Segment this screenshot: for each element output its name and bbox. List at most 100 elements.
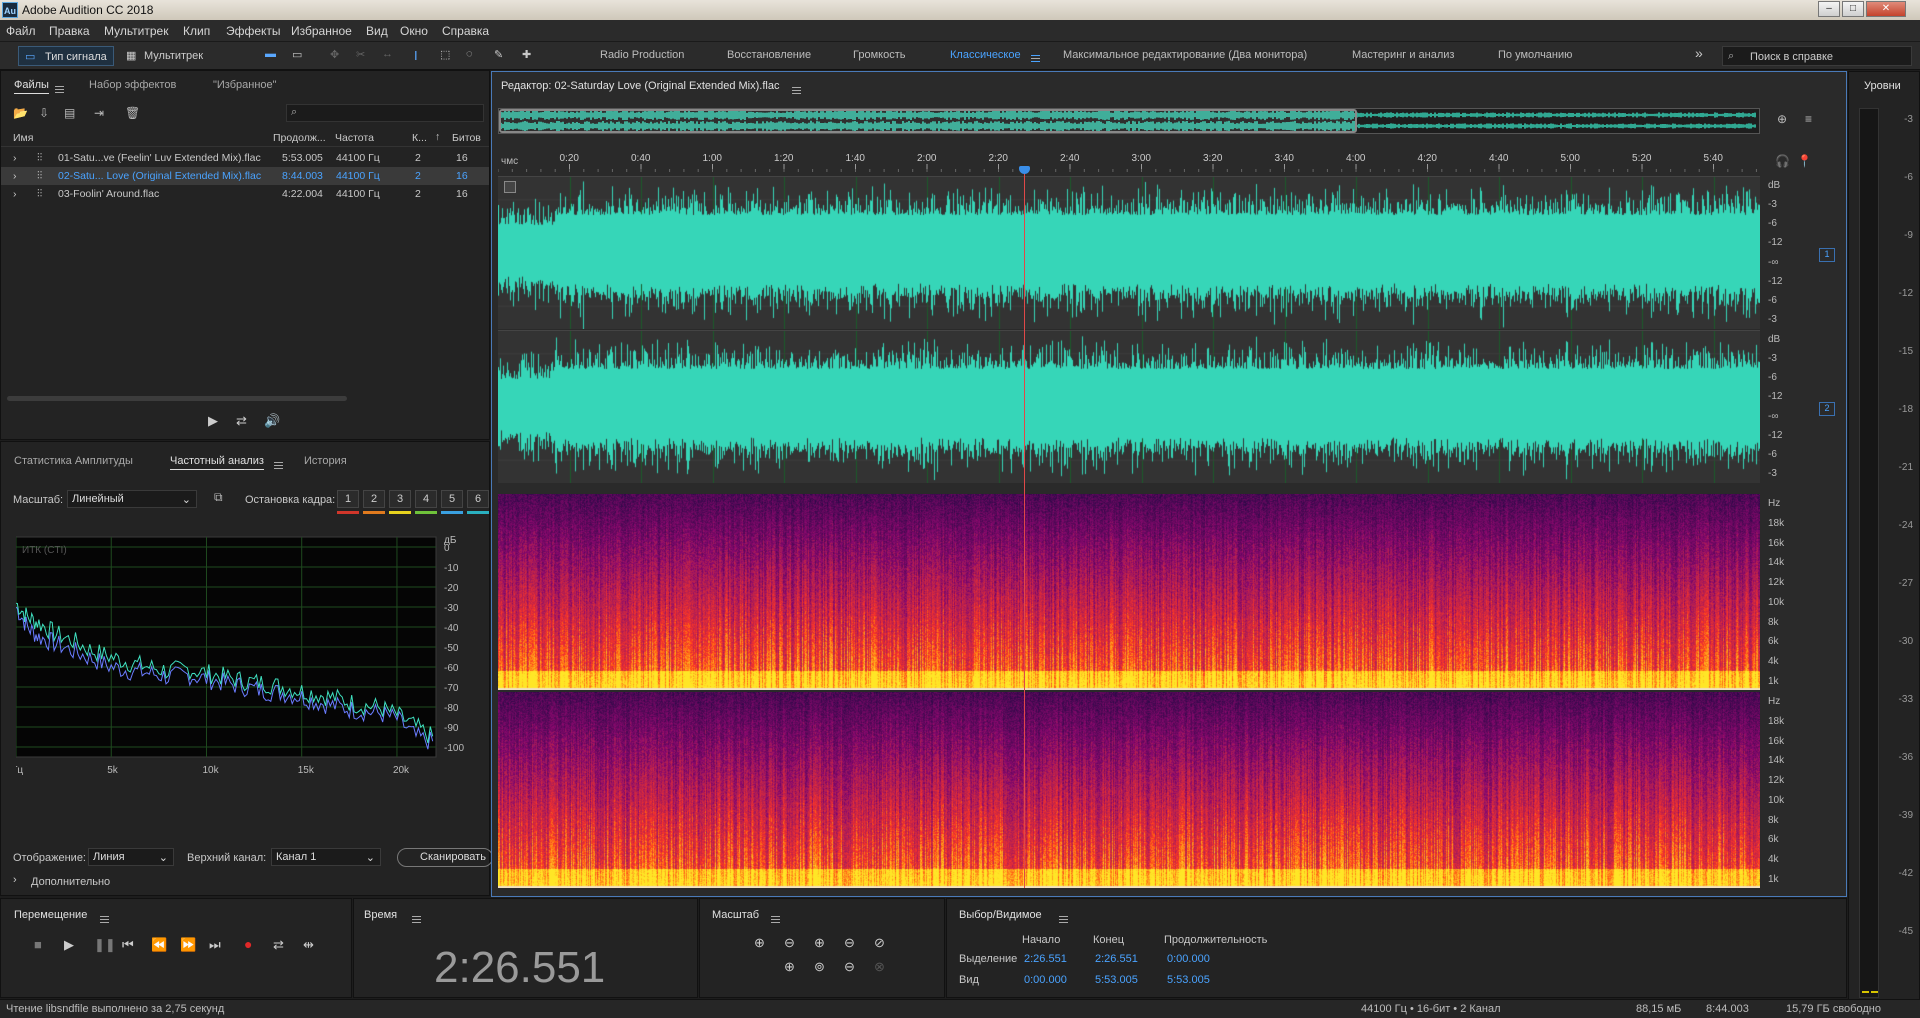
workspace-classic[interactable]: Классическое: [950, 49, 1021, 61]
files-search-input[interactable]: ⌕: [286, 104, 484, 122]
editor-menu-icon[interactable]: [792, 86, 801, 94]
import-file-icon[interactable]: ⇩: [39, 106, 49, 120]
expand-chevron-icon[interactable]: ›: [13, 170, 17, 182]
help-search-input[interactable]: ⌕ Поиск в справке: [1722, 46, 1912, 66]
menu-edit[interactable]: Правка: [49, 24, 90, 38]
spectrogram-channel-1[interactable]: [498, 494, 1760, 690]
workspace-radio-production[interactable]: Radio Production: [600, 49, 684, 61]
time-selection-tool-icon[interactable]: I: [414, 48, 418, 63]
multitrack-view-button[interactable]: ▦ Мультитрек: [122, 46, 214, 66]
open-file-icon[interactable]: 📂: [13, 106, 28, 120]
brush-tool-icon[interactable]: ✎: [494, 48, 503, 61]
marker-pin-icon[interactable]: 📍: [1797, 154, 1812, 168]
zoom-out-amplitude-icon[interactable]: ⊖: [784, 935, 795, 951]
scan-button[interactable]: Сканировать: [397, 848, 493, 867]
spectral-display-icon[interactable]: ▭: [292, 48, 302, 61]
waveform-view-button[interactable]: ▭ Тип сигнала: [18, 46, 114, 66]
view-duration-field[interactable]: 5:53.005: [1167, 974, 1210, 986]
zoom-to-selection-icon[interactable]: ⊕: [1777, 112, 1787, 126]
expand-chevron-icon[interactable]: ›: [13, 152, 17, 164]
channel-dropdown[interactable]: Канал 1 ⌄: [271, 848, 381, 866]
workspace-default[interactable]: По умолчанию: [1498, 49, 1572, 61]
tab-amplitude-statistics[interactable]: Статистика Амплитуды: [14, 455, 133, 467]
waveform-display-icon[interactable]: ▬: [265, 48, 276, 60]
column-bits[interactable]: Битов: [452, 132, 481, 144]
overview-viewport[interactable]: [499, 109, 1357, 133]
waveform-channel-1[interactable]: [498, 176, 1760, 329]
zoom-to-selection-right-icon[interactable]: ⊖: [844, 959, 855, 975]
edit-envelope-icon[interactable]: [504, 181, 516, 193]
pause-icon[interactable]: ❚❚: [94, 937, 116, 953]
transport-menu-icon[interactable]: [100, 915, 109, 923]
column-channels[interactable]: К...: [412, 132, 427, 144]
file-row[interactable]: › ⫶⫶ 01-Satu...ve (Feelin' Luv Extended …: [1, 149, 489, 167]
view-end-field[interactable]: 5:53.005: [1095, 974, 1138, 986]
zoom-to-selection-left-icon[interactable]: ⊚: [814, 959, 825, 975]
zoom-out-time-icon[interactable]: ⊖: [844, 935, 855, 951]
minimize-button[interactable]: –: [1818, 1, 1840, 17]
freeze-button-2[interactable]: 2: [363, 490, 385, 508]
move-tool-icon[interactable]: ✥: [330, 48, 339, 61]
slip-tool-icon[interactable]: ↔: [382, 48, 393, 60]
channel-2-badge[interactable]: 2: [1819, 402, 1835, 416]
selection-start-field[interactable]: 2:26.551: [1024, 953, 1067, 965]
selection-end-field[interactable]: 2:26.551: [1095, 953, 1138, 965]
file-row-selected[interactable]: › ⫶⫶ 02-Satu... Love (Original Extended …: [1, 167, 489, 185]
new-file-icon[interactable]: ▤: [64, 106, 75, 120]
view-start-field[interactable]: 0:00.000: [1024, 974, 1067, 986]
files-horizontal-scrollbar[interactable]: [7, 396, 347, 401]
delete-file-icon[interactable]: 🗑: [125, 106, 140, 120]
menu-help[interactable]: Справка: [442, 24, 489, 38]
menu-favorites[interactable]: Избранное: [291, 24, 352, 38]
column-duration[interactable]: Продолж...: [273, 132, 326, 144]
workspace-max-editing[interactable]: Максимальное редактирование (Два монитор…: [1063, 49, 1307, 61]
copy-to-clipboard-icon[interactable]: ⧉: [214, 490, 223, 505]
stop-icon[interactable]: ■: [34, 937, 42, 952]
loop-preview-icon[interactable]: ⇄: [236, 413, 247, 429]
insert-into-multitrack-icon[interactable]: ⇥: [94, 106, 104, 120]
spot-healing-tool-icon[interactable]: ✚: [522, 48, 531, 61]
zoom-menu-icon[interactable]: [771, 915, 780, 923]
more-workspaces-icon[interactable]: »: [1695, 45, 1703, 61]
workspace-mastering[interactable]: Мастеринг и анализ: [1352, 49, 1454, 61]
tab-effects-rack[interactable]: Набор эффектов: [89, 79, 176, 91]
go-to-start-icon[interactable]: ⏮: [122, 937, 134, 953]
playhead-line[interactable]: [1024, 172, 1025, 888]
selection-menu-icon[interactable]: [1059, 915, 1068, 923]
files-panel-menu-icon[interactable]: [55, 85, 64, 93]
workspace-menu-icon[interactable]: [1031, 54, 1040, 62]
menu-view[interactable]: Вид: [366, 24, 388, 38]
overview-navigator[interactable]: [498, 108, 1760, 134]
playhead-handle-icon[interactable]: [1019, 166, 1030, 174]
tab-favorites[interactable]: "Избранное": [213, 79, 277, 91]
maximize-button[interactable]: □: [1842, 1, 1864, 17]
editor-view-options-icon[interactable]: ≡: [1805, 112, 1812, 126]
workspace-loudness[interactable]: Громкость: [853, 49, 905, 61]
advanced-label[interactable]: Дополнительно: [31, 876, 110, 888]
time-ruler[interactable]: 0:20 0:40 1:00 1:20 1:40 2:00 2:20 2:40 3:00 3:20…: [498, 150, 1760, 172]
spectral-divider[interactable]: [498, 486, 1760, 492]
tab-files[interactable]: Файлы: [14, 79, 49, 94]
expand-chevron-icon[interactable]: ›: [13, 188, 17, 200]
zoom-in-to-selection-icon[interactable]: ⊕: [784, 959, 795, 975]
autoplay-volume-icon[interactable]: 🔊: [264, 413, 280, 429]
menu-window[interactable]: Окно: [400, 24, 428, 38]
zoom-in-amplitude-icon[interactable]: ⊕: [754, 935, 765, 951]
freeze-button-5[interactable]: 5: [441, 490, 463, 508]
display-dropdown[interactable]: Линия ⌄: [88, 848, 174, 866]
advanced-chevron-icon[interactable]: ›: [13, 874, 17, 886]
tab-frequency-analysis[interactable]: Частотный анализ: [170, 455, 264, 470]
menu-clip[interactable]: Клип: [183, 24, 210, 38]
analysis-panel-menu-icon[interactable]: [274, 461, 283, 469]
lasso-tool-icon[interactable]: ◌: [466, 48, 473, 60]
freeze-button-6[interactable]: 6: [467, 490, 489, 508]
time-menu-icon[interactable]: [412, 915, 421, 923]
headphones-icon[interactable]: 🎧: [1775, 154, 1790, 168]
loop-playback-icon[interactable]: ⇄: [273, 937, 284, 953]
skip-selection-icon[interactable]: ⇹: [303, 937, 314, 953]
zoom-out-full-icon[interactable]: ⊘: [874, 935, 885, 951]
selection-duration-field[interactable]: 0:00.000: [1167, 953, 1210, 965]
menu-multitrack[interactable]: Мультитрек: [104, 24, 168, 38]
freeze-button-4[interactable]: 4: [415, 490, 437, 508]
rewind-icon[interactable]: ⏪: [151, 937, 167, 953]
